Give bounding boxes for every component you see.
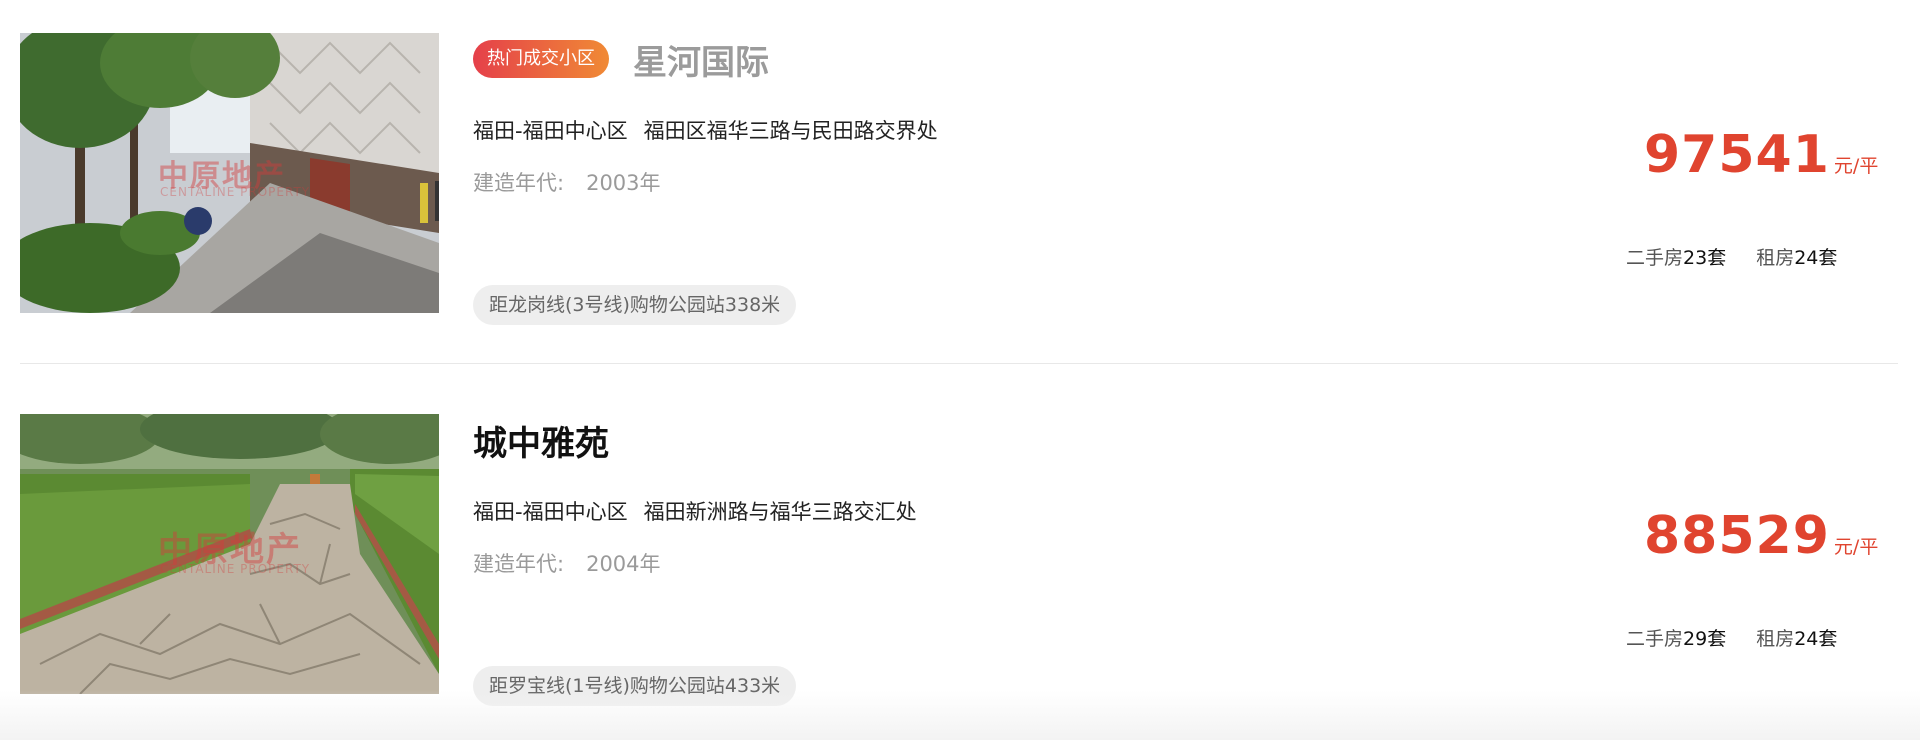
community-name[interactable]: 星河国际 [633, 35, 769, 84]
price-line: 97541 元/平 [1644, 125, 1878, 185]
unit-price: 97541 [1644, 125, 1830, 185]
rent-label: 租房 [1756, 628, 1795, 650]
build-year-value: 2004年 [586, 552, 661, 576]
build-year: 建造年代: 2004年 [473, 548, 661, 578]
watermark-subtext: CENTALINE PROPERTY [160, 562, 311, 576]
rent-count: 24套 [1794, 247, 1838, 269]
listing-stats: 二手房23套 租房24套 [1626, 243, 1837, 270]
district-label: 福田-福田中心区 [473, 500, 628, 524]
secondhand-label: 二手房 [1626, 628, 1684, 650]
rent-count: 24套 [1794, 628, 1838, 650]
build-year-label: 建造年代: [473, 552, 565, 576]
listing-stats: 二手房29套 租房24套 [1626, 624, 1837, 651]
street-address: 福田新洲路与福华三路交汇处 [643, 500, 917, 524]
community-card[interactable]: 中原地产 CENTALINE PROPERTY 城中雅苑 福田-福田中心区 福田新… [20, 414, 1898, 706]
title-row: 热门成交小区 星河国际 [473, 35, 769, 84]
secondhand-count: 29套 [1683, 628, 1727, 650]
community-photo[interactable]: 中原地产 CENTALINE PROPERTY [20, 414, 439, 694]
community-name[interactable]: 城中雅苑 [473, 416, 609, 465]
watermark-subtext: CENTALINE PROPERTY [160, 185, 311, 199]
secondhand-link[interactable]: 二手房29套 [1626, 628, 1726, 650]
community-card[interactable]: 中原地产 CENTALINE PROPERTY 热门成交小区 星河国际 福田-福… [20, 33, 1898, 325]
rent-link[interactable]: 租房24套 [1756, 628, 1837, 650]
build-year: 建造年代: 2003年 [473, 167, 661, 197]
unit-price: 88529 [1644, 506, 1830, 566]
community-photo[interactable]: 中原地产 CENTALINE PROPERTY [20, 33, 439, 313]
price-unit: 元/平 [1833, 536, 1879, 558]
secondhand-link[interactable]: 二手房23套 [1626, 247, 1726, 269]
build-year-label: 建造年代: [473, 171, 565, 195]
district-label: 福田-福田中心区 [473, 119, 628, 143]
subway-distance-tag: 距罗宝线(1号线)购物公园站433米 [473, 666, 797, 706]
subway-distance-tag: 距龙岗线(3号线)购物公园站338米 [473, 285, 797, 325]
build-year-value: 2003年 [586, 171, 661, 195]
price-line: 88529 元/平 [1644, 506, 1878, 566]
hot-deal-badge[interactable]: 热门成交小区 [473, 40, 609, 78]
rent-link[interactable]: 租房24套 [1756, 247, 1837, 269]
list-divider [20, 363, 1898, 364]
bottom-fade [0, 690, 1920, 740]
community-list: 中原地产 CENTALINE PROPERTY 热门成交小区 星河国际 福田-福… [0, 0, 1920, 740]
title-row: 城中雅苑 [473, 416, 609, 465]
secondhand-count: 23套 [1683, 247, 1727, 269]
address-line: 福田-福田中心区 福田区福华三路与民田路交界处 [473, 115, 938, 145]
rent-label: 租房 [1756, 247, 1795, 269]
secondhand-label: 二手房 [1626, 247, 1684, 269]
street-address: 福田区福华三路与民田路交界处 [643, 119, 938, 143]
address-line: 福田-福田中心区 福田新洲路与福华三路交汇处 [473, 496, 917, 526]
price-unit: 元/平 [1833, 155, 1879, 177]
